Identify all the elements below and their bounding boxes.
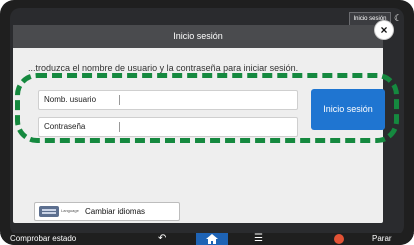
device-bezel: Inicio sesión ☾ Inicio sesión × ...trodu…: [0, 0, 414, 245]
stop-icon[interactable]: [334, 234, 344, 244]
bottom-bar: Comprobar estado ↶ ☰ Parar: [0, 233, 414, 245]
keyboard-icon: [39, 206, 59, 217]
close-icon[interactable]: ×: [375, 21, 393, 39]
check-status-button[interactable]: Comprobar estado: [10, 233, 76, 245]
change-language-label: Cambiar idiomas: [85, 207, 146, 216]
stop-label[interactable]: Parar: [372, 233, 392, 245]
menu-icon[interactable]: ☰: [254, 233, 263, 245]
home-icon[interactable]: [196, 233, 228, 245]
language-small-label: Language: [61, 208, 79, 213]
moon-icon[interactable]: ☾: [394, 11, 404, 25]
instruction-text: ...troduzca el nombre de usuario y la co…: [28, 63, 299, 73]
back-arrow-icon[interactable]: ↶: [158, 233, 166, 245]
highlight-dashed-outline: [15, 73, 399, 143]
dialog-title: Inicio sesión: [13, 25, 383, 48]
change-language-button[interactable]: Language Cambiar idiomas: [34, 202, 180, 221]
